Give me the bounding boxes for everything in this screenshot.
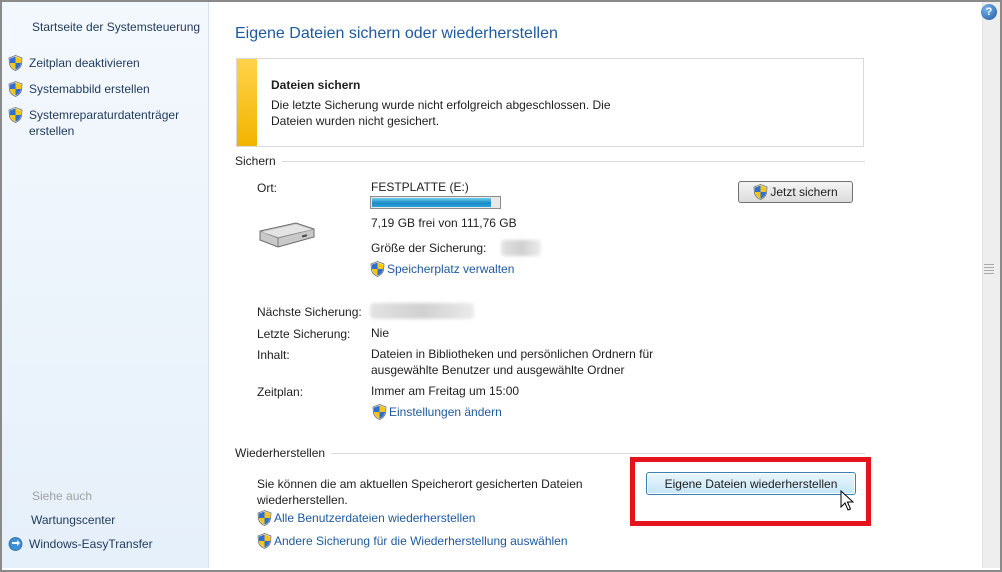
warning-title: Dateien sichern	[271, 78, 361, 92]
uac-shield-icon	[370, 261, 385, 277]
contents-label: Inhalt:	[257, 348, 290, 362]
disk-usage-bar	[370, 196, 501, 209]
uac-shield-icon	[372, 404, 387, 420]
contents-value: Dateien in Bibliotheken und persönlichen…	[371, 347, 654, 377]
easy-transfer-icon	[8, 537, 23, 551]
scrollbar-grip-icon[interactable]	[984, 264, 994, 276]
sidebar-item-label: Systemabbild erstellen	[29, 82, 150, 96]
choose-other-backup-link[interactable]: Andere Sicherung für die Wiederherstellu…	[257, 533, 568, 549]
backup-section-header: Sichern	[235, 154, 865, 168]
section-label: Sichern	[235, 154, 276, 168]
warning-panel: Dateien sichern Die letzte Sicherung wur…	[236, 58, 864, 147]
next-backup-label: Nächste Sicherung:	[257, 305, 362, 319]
restore-description: Sie können die am aktuellen Speicherort …	[257, 477, 583, 507]
sidebar-item-label: Systemreparaturdatenträger erstellen	[29, 108, 180, 138]
uac-shield-icon	[8, 81, 23, 97]
disk-usage-fill	[372, 198, 491, 207]
warning-color-bar	[237, 59, 257, 146]
last-backup-label: Letzte Sicherung:	[257, 327, 351, 341]
highlight-frame	[630, 457, 871, 526]
uac-shield-icon	[8, 107, 23, 123]
next-backup-redacted	[370, 303, 474, 319]
free-space-text: 7,19 GB frei von 111,76 GB	[371, 216, 517, 230]
link-text: Einstellungen ändern	[389, 405, 502, 419]
control-panel-home-link[interactable]: Startseite der Systemsteuerung	[32, 19, 200, 35]
section-label: Wiederherstellen	[235, 446, 326, 460]
section-divider	[331, 452, 865, 454]
section-divider	[281, 160, 865, 162]
see-also-heading: Siehe auch	[32, 489, 93, 503]
sidebar-item-disable-schedule[interactable]: Zeitplan deaktivieren	[8, 55, 199, 71]
location-label: Ort:	[257, 181, 277, 195]
hard-drive-icon	[259, 222, 315, 248]
sidebar-item-create-repair-disc[interactable]: Systemreparaturdatenträger erstellen	[8, 107, 199, 139]
vertical-scrollbar[interactable]	[982, 2, 1000, 568]
link-text: Alle Benutzerdateien wiederherstellen	[274, 511, 476, 525]
schedule-label: Zeitplan:	[257, 385, 304, 399]
link-text: Andere Sicherung für die Wiederherstellu…	[274, 534, 568, 548]
restore-all-users-link[interactable]: Alle Benutzerdateien wiederherstellen	[257, 510, 475, 526]
sidebar-item-easy-transfer[interactable]: Windows-EasyTransfer	[8, 536, 199, 552]
last-backup-value: Nie	[371, 326, 390, 340]
sidebar-item-create-system-image[interactable]: Systemabbild erstellen	[8, 81, 199, 97]
manage-space-link[interactable]: Speicherplatz verwalten	[370, 261, 514, 277]
backup-size-redacted	[501, 240, 541, 256]
page-title: Eigene Dateien sichern oder wiederherste…	[235, 25, 558, 42]
change-settings-link[interactable]: Einstellungen ändern	[372, 404, 502, 420]
schedule-value: Immer am Freitag um 15:00	[371, 384, 520, 398]
warning-text: Die letzte Sicherung wurde nicht erfolgr…	[271, 98, 611, 128]
uac-shield-icon	[257, 533, 272, 549]
button-label: Jetzt sichern	[770, 185, 838, 199]
backup-now-button[interactable]: Jetzt sichern	[738, 181, 853, 203]
uac-shield-icon	[8, 55, 23, 71]
sidebar: Startseite der Systemsteuerung Zeitplan …	[2, 2, 209, 568]
link-text: Speicherplatz verwalten	[387, 262, 515, 276]
location-value: FESTPLATTE (E:)	[371, 180, 469, 194]
backup-size-label: Größe der Sicherung:	[371, 241, 487, 255]
sidebar-item-label: Zeitplan deaktivieren	[29, 56, 140, 70]
uac-shield-icon	[753, 184, 768, 200]
sidebar-item-label: Windows-EasyTransfer	[29, 537, 153, 551]
mouse-cursor-icon	[840, 490, 854, 511]
sidebar-link-action-center[interactable]: Wartungscenter	[31, 512, 115, 528]
help-icon[interactable]: ?	[981, 4, 997, 20]
main-content: Eigene Dateien sichern oder wiederherste…	[210, 2, 980, 568]
uac-shield-icon	[257, 510, 272, 526]
